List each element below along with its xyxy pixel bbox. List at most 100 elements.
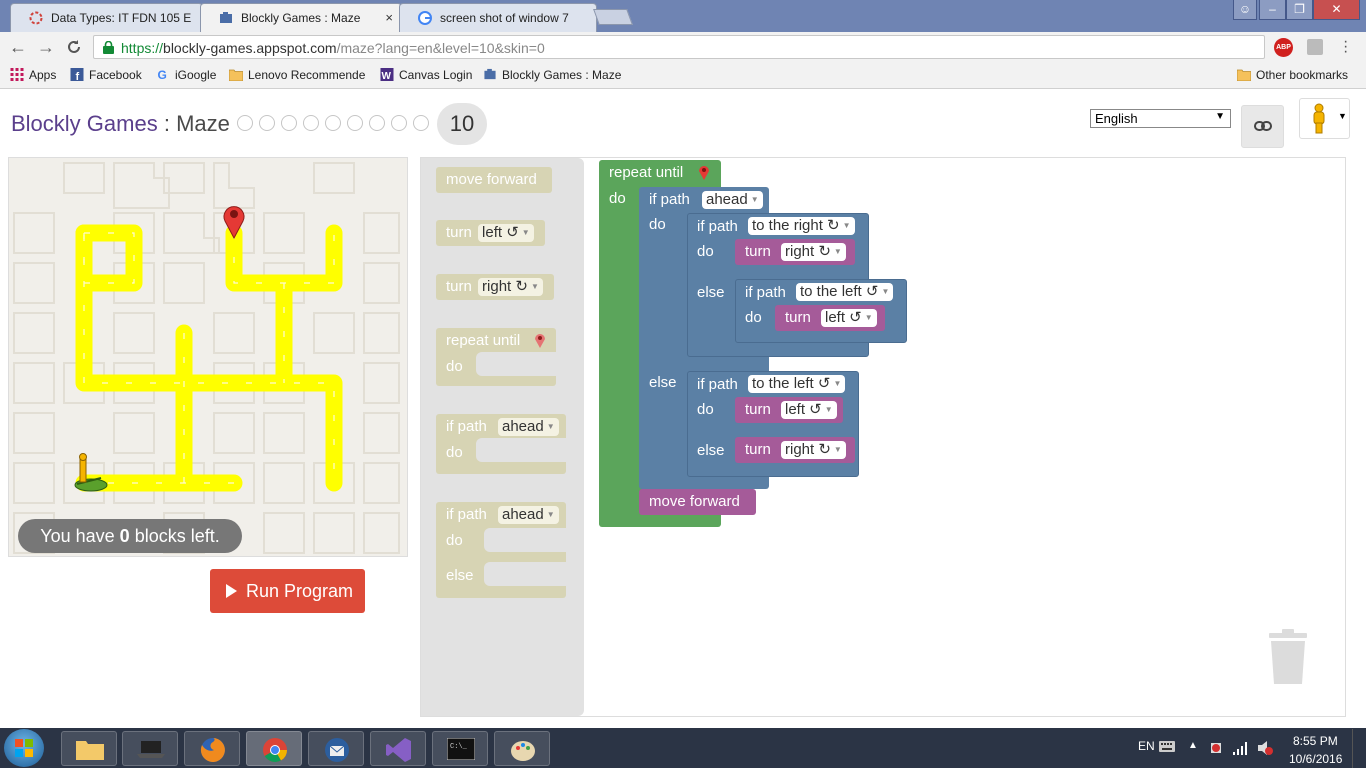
toolbox-turn-right-block[interactable]: turn right ↻ ▼ bbox=[436, 274, 554, 300]
current-level-indicator[interactable]: 10 bbox=[437, 103, 487, 145]
level-5-dot[interactable] bbox=[325, 115, 341, 131]
loading-spinner-icon bbox=[29, 11, 43, 25]
address-bar[interactable]: https://blockly-games.appspot.com/maze?l… bbox=[93, 35, 1265, 59]
taskbar-visual-studio[interactable] bbox=[370, 731, 426, 766]
tab-screenshot-search[interactable]: screen shot of window 7 bbox=[399, 3, 597, 32]
taskbar-firefox[interactable] bbox=[184, 731, 240, 766]
bookmark-blockly[interactable]: Blockly Games : Maze bbox=[483, 68, 621, 82]
thunderbird-icon bbox=[325, 738, 349, 762]
taskbar-file-explorer[interactable] bbox=[61, 731, 117, 766]
direction-dropdown[interactable]: right ↻ ▼ bbox=[781, 441, 846, 459]
direction-dropdown[interactable]: right ↻ ▼ bbox=[781, 243, 846, 261]
path-direction-dropdown[interactable]: ahead ▼ bbox=[702, 191, 763, 209]
keyboard-icon[interactable] bbox=[1159, 741, 1175, 752]
dropdown-arrow-icon: ▼ bbox=[1338, 111, 1347, 121]
move-forward-block[interactable]: move forward bbox=[639, 489, 756, 515]
maze-path-dashes bbox=[83, 232, 335, 484]
show-hidden-icons-icon[interactable]: ▲ bbox=[1188, 740, 1198, 751]
avatar-skin-button[interactable]: ▼ bbox=[1299, 98, 1350, 139]
extension-icon[interactable] bbox=[1307, 39, 1323, 55]
bookmark-lenovo[interactable]: Lenovo Recommende bbox=[229, 68, 365, 82]
link-icon bbox=[1254, 121, 1272, 131]
taskbar-chrome[interactable] bbox=[246, 731, 302, 766]
show-desktop-button[interactable] bbox=[1352, 729, 1366, 768]
path-direction-dropdown[interactable]: to the right ↻ ▼ bbox=[748, 217, 855, 235]
chrome-menu-icon[interactable]: · · · bbox=[1343, 34, 1348, 60]
turn-right-block-2[interactable]: turn right ↻ ▼ bbox=[735, 437, 855, 463]
taskbar-thunderbird[interactable] bbox=[308, 731, 364, 766]
run-program-button[interactable]: Run Program bbox=[210, 569, 365, 613]
maximize-button[interactable]: ❐ bbox=[1286, 0, 1313, 20]
input-language[interactable]: EN bbox=[1138, 739, 1155, 753]
taskbar-command-prompt[interactable]: C:\_ bbox=[432, 731, 488, 766]
statement-slot bbox=[476, 352, 556, 376]
direction-dropdown[interactable]: left ↺ ▼ bbox=[478, 224, 534, 242]
taskbar-app-laptop[interactable] bbox=[122, 731, 178, 766]
chrome-icon bbox=[263, 738, 287, 763]
tab-data-types[interactable]: Data Types: IT FDN 105 E bbox=[10, 3, 203, 32]
path-direction-dropdown[interactable]: ahead ▼ bbox=[498, 418, 559, 436]
profile-button[interactable]: ☺ bbox=[1233, 0, 1257, 20]
url-host: blockly-games.appspot.com bbox=[163, 40, 337, 56]
toolbox-if-path-block[interactable]: if path ahead ▼ do bbox=[436, 414, 566, 474]
capacity-prefix: You have bbox=[40, 526, 120, 546]
close-tab-icon[interactable]: × bbox=[385, 10, 393, 25]
bookmark-apps[interactable]: Apps bbox=[10, 68, 56, 82]
level-4-dot[interactable] bbox=[303, 115, 319, 131]
turn-right-block[interactable]: turn right ↻ ▼ bbox=[735, 239, 855, 265]
path-direction-dropdown[interactable]: to the left ↺ ▼ bbox=[748, 375, 846, 393]
taskbar-paint[interactable] bbox=[494, 731, 550, 766]
tab-blockly-maze[interactable]: Blockly Games : Maze × bbox=[200, 3, 402, 32]
toolbox-turn-left-block[interactable]: turn left ↺ ▼ bbox=[436, 220, 545, 246]
back-icon[interactable]: ← bbox=[9, 37, 27, 58]
level-7-dot[interactable] bbox=[369, 115, 385, 131]
signal-strength-icon[interactable] bbox=[1233, 741, 1249, 755]
volume-muted-icon[interactable] bbox=[1257, 740, 1273, 756]
folder-icon bbox=[1237, 69, 1251, 81]
adblock-plus-icon[interactable]: ABP bbox=[1274, 38, 1293, 57]
forward-icon[interactable]: → bbox=[37, 37, 55, 58]
clock-time[interactable]: 8:55 PM bbox=[1293, 734, 1338, 748]
clock-date[interactable]: 10/6/2016 bbox=[1289, 752, 1342, 766]
level-2-dot[interactable] bbox=[259, 115, 275, 131]
toolbox-move-forward-block[interactable]: move forward bbox=[436, 167, 552, 193]
direction-dropdown[interactable]: left ↺ ▼ bbox=[781, 401, 837, 419]
level-9-dot[interactable] bbox=[413, 115, 429, 131]
trash-can-icon[interactable] bbox=[1267, 629, 1309, 685]
bookmark-canvas[interactable]: W Canvas Login bbox=[380, 68, 472, 82]
new-tab-button[interactable] bbox=[593, 9, 633, 25]
language-select[interactable]: English ▼ bbox=[1090, 109, 1231, 128]
play-icon bbox=[226, 584, 237, 598]
other-bookmarks[interactable]: Other bookmarks bbox=[1237, 68, 1348, 82]
block-label: if path bbox=[697, 376, 738, 393]
level-1-dot[interactable] bbox=[237, 115, 253, 131]
action-center-icon[interactable] bbox=[1209, 740, 1223, 756]
path-direction-dropdown[interactable]: ahead ▼ bbox=[498, 506, 559, 524]
toolbox-if-else-block[interactable]: if path ahead ▼ do else bbox=[436, 502, 566, 598]
level-3-dot[interactable] bbox=[281, 115, 297, 131]
direction-dropdown[interactable]: left ↺ ▼ bbox=[821, 309, 877, 327]
link-button[interactable] bbox=[1241, 105, 1284, 148]
laptop-icon bbox=[137, 741, 165, 758]
toolbox-repeat-until-block[interactable]: repeat until do bbox=[436, 328, 556, 386]
blockly-icon bbox=[484, 68, 496, 80]
block-label: if path bbox=[649, 191, 690, 208]
brand-link[interactable]: Blockly Games bbox=[11, 111, 158, 136]
level-8-dot[interactable] bbox=[391, 115, 407, 131]
bookmark-igoogle[interactable]: GiGoogle bbox=[156, 68, 217, 82]
bookmark-label: Blockly Games : Maze bbox=[502, 68, 622, 82]
direction-dropdown[interactable]: right ↻ ▼ bbox=[478, 278, 543, 296]
block-label: repeat until bbox=[446, 332, 521, 349]
bookmark-facebook[interactable]: f Facebook bbox=[70, 68, 142, 82]
dropdown-value: to the left ↺ bbox=[752, 375, 831, 392]
capacity-count: 0 bbox=[119, 526, 130, 546]
turn-left-block-2[interactable]: turn left ↺ ▼ bbox=[735, 397, 843, 423]
level-6-dot[interactable] bbox=[347, 115, 363, 131]
minimize-button[interactable]: – bbox=[1259, 0, 1286, 20]
start-button[interactable] bbox=[4, 729, 44, 767]
dropdown-arrow-icon: ▼ bbox=[750, 195, 759, 204]
turn-left-block[interactable]: turn left ↺ ▼ bbox=[775, 305, 885, 331]
reload-icon[interactable] bbox=[66, 39, 82, 55]
path-direction-dropdown[interactable]: to the left ↺ ▼ bbox=[796, 283, 894, 301]
close-window-button[interactable]: ✕ bbox=[1313, 0, 1360, 20]
